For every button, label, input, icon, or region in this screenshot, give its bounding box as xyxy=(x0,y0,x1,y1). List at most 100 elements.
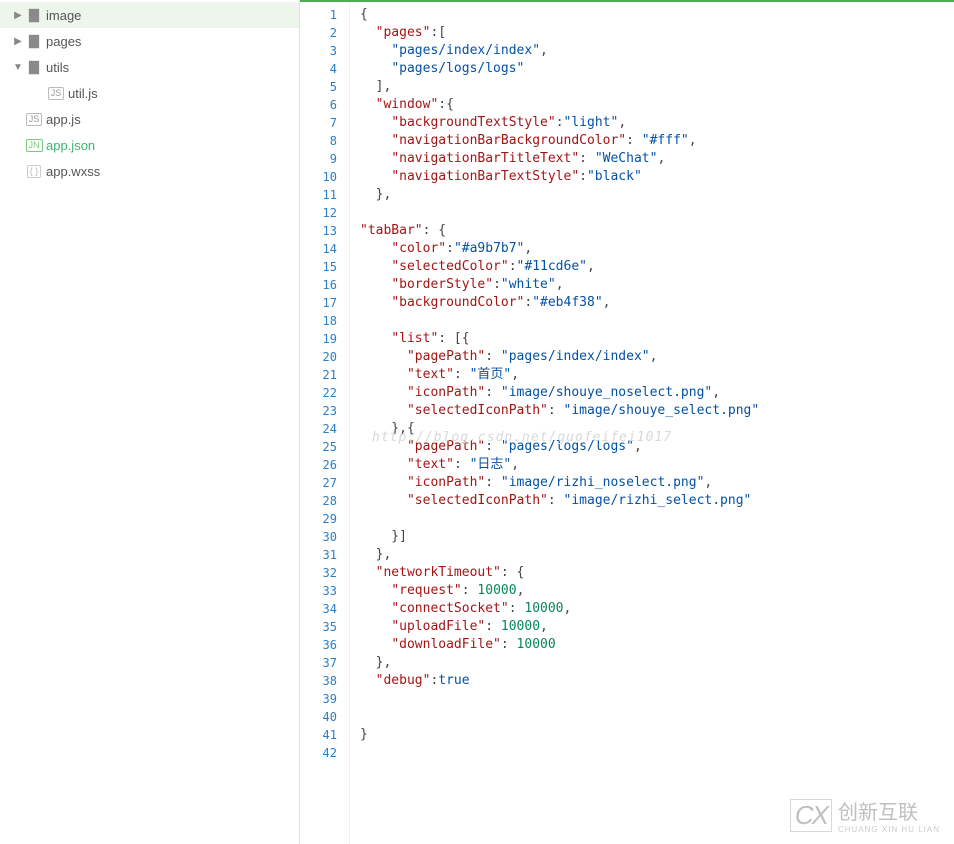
code-line[interactable]: "pages/logs/logs" xyxy=(360,60,954,78)
line-number: 18 xyxy=(304,312,337,330)
line-number: 38 xyxy=(304,672,337,690)
line-number: 39 xyxy=(304,690,337,708)
line-number: 42 xyxy=(304,744,337,762)
code-line[interactable] xyxy=(360,744,954,762)
line-number: 8 xyxy=(304,132,337,150)
code-line[interactable]: "pages":[ xyxy=(360,24,954,42)
line-number: 27 xyxy=(304,474,337,492)
code-line[interactable]: "tabBar": { xyxy=(360,222,954,240)
line-number: 7 xyxy=(304,114,337,132)
code-line[interactable]: "backgroundColor":"#eb4f38", xyxy=(360,294,954,312)
line-number: 23 xyxy=(304,402,337,420)
line-number-gutter: 1234567891011121314151617181920212223242… xyxy=(300,2,350,844)
line-number: 30 xyxy=(304,528,337,546)
code-line[interactable]: }] xyxy=(360,528,954,546)
code-line[interactable]: "iconPath": "image/rizhi_noselect.png", xyxy=(360,474,954,492)
code-line[interactable]: "color":"#a9b7b7", xyxy=(360,240,954,258)
code-line[interactable]: { xyxy=(360,6,954,24)
folder-icon: ▇ xyxy=(24,7,44,23)
code-line[interactable]: "text": "首页", xyxy=(360,366,954,384)
tree-item-label: image xyxy=(46,8,81,23)
folder-icon: ▇ xyxy=(24,59,44,75)
tree-item-util-js[interactable]: JSutil.js xyxy=(0,80,299,106)
code-line[interactable]: "connectSocket": 10000, xyxy=(360,600,954,618)
line-number: 28 xyxy=(304,492,337,510)
line-number: 6 xyxy=(304,96,337,114)
caret-icon: ▶ xyxy=(12,10,24,21)
code-line[interactable]: "navigationBarBackgroundColor": "#fff", xyxy=(360,132,954,150)
code-line[interactable]: "window":{ xyxy=(360,96,954,114)
line-number: 13 xyxy=(304,222,337,240)
line-number: 41 xyxy=(304,726,337,744)
code-line[interactable]: "iconPath": "image/shouye_noselect.png", xyxy=(360,384,954,402)
json-file-icon: JN xyxy=(24,139,44,152)
js-file-icon: JS xyxy=(24,113,44,126)
code-line[interactable]: "pages/index/index", xyxy=(360,42,954,60)
line-number: 24 xyxy=(304,420,337,438)
code-line[interactable]: } xyxy=(360,726,954,744)
caret-icon: ▶ xyxy=(12,36,24,47)
code-line[interactable]: "pagePath": "pages/index/index", xyxy=(360,348,954,366)
code-line[interactable] xyxy=(360,312,954,330)
code-line[interactable]: "list": [{ xyxy=(360,330,954,348)
brand-logo: CX xyxy=(790,799,832,832)
code-line[interactable]: "backgroundTextStyle":"light", xyxy=(360,114,954,132)
code-line[interactable]: "navigationBarTitleText": "WeChat", xyxy=(360,150,954,168)
folder-icon: ▇ xyxy=(24,33,44,49)
line-number: 26 xyxy=(304,456,337,474)
tree-item-label: util.js xyxy=(68,86,98,101)
code-line[interactable]: "navigationBarTextStyle":"black" xyxy=(360,168,954,186)
code-editor[interactable]: http://blog.csdn.net/guofeifei1017 12345… xyxy=(300,0,954,844)
code-line[interactable]: "text": "日志", xyxy=(360,456,954,474)
code-line[interactable]: }, xyxy=(360,654,954,672)
line-number: 1 xyxy=(304,6,337,24)
code-line[interactable]: "networkTimeout": { xyxy=(360,564,954,582)
tree-item-label: app.js xyxy=(46,112,81,127)
line-number: 15 xyxy=(304,258,337,276)
code-line[interactable]: }, xyxy=(360,186,954,204)
tree-item-app-wxss[interactable]: { }app.wxss xyxy=(0,158,299,184)
watermark-text: http://blog.csdn.net/guofeifei1017 xyxy=(372,430,672,445)
tree-item-image[interactable]: ▶▇image xyxy=(0,2,299,28)
line-number: 21 xyxy=(304,366,337,384)
code-line[interactable]: "request": 10000, xyxy=(360,582,954,600)
code-line[interactable]: "uploadFile": 10000, xyxy=(360,618,954,636)
brand-watermark: CX 创新互联 CHUANG XIN HU LIAN xyxy=(790,796,940,834)
code-line[interactable]: "selectedIconPath": "image/rizhi_select.… xyxy=(360,492,954,510)
tree-item-app-json[interactable]: JNapp.json xyxy=(0,132,299,158)
code-line[interactable]: }, xyxy=(360,546,954,564)
line-number: 14 xyxy=(304,240,337,258)
code-line[interactable]: "downloadFile": 10000 xyxy=(360,636,954,654)
tree-item-label: pages xyxy=(46,34,81,49)
code-line[interactable]: "selectedColor":"#11cd6e", xyxy=(360,258,954,276)
code-line[interactable]: "debug":true xyxy=(360,672,954,690)
code-line[interactable] xyxy=(360,204,954,222)
line-number: 33 xyxy=(304,582,337,600)
line-number: 40 xyxy=(304,708,337,726)
tree-item-label: app.json xyxy=(46,138,95,153)
code-line[interactable]: ], xyxy=(360,78,954,96)
tree-item-pages[interactable]: ▶▇pages xyxy=(0,28,299,54)
line-number: 35 xyxy=(304,618,337,636)
line-number: 17 xyxy=(304,294,337,312)
line-number: 32 xyxy=(304,564,337,582)
line-number: 31 xyxy=(304,546,337,564)
line-number: 11 xyxy=(304,186,337,204)
tree-item-app-js[interactable]: JSapp.js xyxy=(0,106,299,132)
line-number: 36 xyxy=(304,636,337,654)
line-number: 19 xyxy=(304,330,337,348)
line-number: 12 xyxy=(304,204,337,222)
line-number: 5 xyxy=(304,78,337,96)
code-line[interactable] xyxy=(360,690,954,708)
line-number: 2 xyxy=(304,24,337,42)
brand-subtext: CHUANG XIN HU LIAN xyxy=(838,825,940,834)
line-number: 10 xyxy=(304,168,337,186)
code-line[interactable] xyxy=(360,510,954,528)
code-line[interactable]: "borderStyle":"white", xyxy=(360,276,954,294)
line-number: 22 xyxy=(304,384,337,402)
tree-item-utils[interactable]: ▼▇utils xyxy=(0,54,299,80)
code-area[interactable]: { "pages":[ "pages/index/index", "pages/… xyxy=(350,2,954,844)
code-line[interactable]: "selectedIconPath": "image/shouye_select… xyxy=(360,402,954,420)
code-line[interactable] xyxy=(360,708,954,726)
wxss-file-icon: { } xyxy=(24,165,44,178)
